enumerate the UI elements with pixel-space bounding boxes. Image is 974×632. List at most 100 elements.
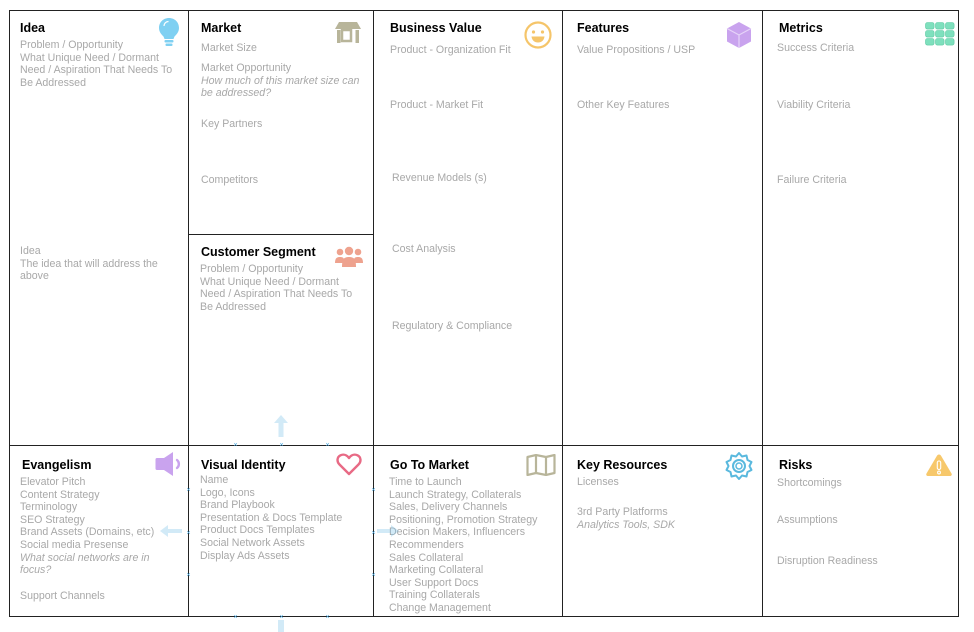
text-line: Social Network Assets [200,536,305,549]
go-to-market-text: Time to Launch Launch Strategy, Collater… [389,476,537,615]
text-line: Change Management [389,601,491,614]
canvas-board: Idea Problem / Opportunity What Unique N… [9,10,959,632]
text-line: Display Ads Assets [200,549,290,562]
cell-title: Business Value [390,21,482,35]
text-line: Market Opportunity [201,62,292,74]
cost-analysis-text: Cost Analysis [392,243,456,255]
licenses-text: Licenses [577,476,619,488]
cell-title: Customer Segment [201,245,316,259]
resize-handle[interactable]: × [325,614,330,621]
resize-handle[interactable]: × [186,487,191,494]
value-propositions-text: Value Propositions / USP [577,44,696,56]
hint-text: How much of this market size can be addr… [201,74,360,100]
text-line: Be Addressed [20,76,86,89]
market-opportunity-text: Market Opportunity How much of this mark… [201,62,371,100]
text-line: Terminology [20,501,78,514]
text-line: Decision Makers, Influencers [389,526,526,539]
text-line: Marketing Collateral [389,564,484,577]
text-line: Training Collaterals [389,589,480,602]
cell-market[interactable]: Market Market Size Market Opportunity Ho… [188,10,374,235]
text-line: What Unique Need / Dormant [200,275,339,288]
market-size-text: Market Size [201,42,257,54]
idea-solution-text: Idea The idea that will address the abov… [20,245,158,283]
text-line: Presentation & Docs Template [200,511,343,524]
store-icon [335,22,361,43]
regulatory-text: Regulatory & Compliance [392,320,513,332]
resize-handle[interactable]: × [186,530,191,537]
grid-icon [925,22,955,46]
connector-arrow-right-icon[interactable] [377,525,399,537]
success-criteria-text: Success Criteria [777,42,855,54]
text-line: Brand Playbook [200,499,275,512]
map-icon [526,454,556,476]
connector-arrow-left-icon[interactable] [160,525,182,537]
text-line: Product Docs Templates [200,524,315,537]
text-line: Sales Collateral [389,551,464,564]
key-partners-text: Key Partners [201,118,263,130]
cell-title: Visual Identity [201,458,286,472]
text-line: Need / Aspiration That Needs To [20,64,173,77]
viability-criteria-text: Viability Criteria [777,99,851,111]
assumptions-text: Assumptions [777,514,838,526]
text-line: User Support Docs [389,576,479,589]
idea-problem-text: Problem / Opportunity What Unique Need /… [20,39,172,89]
cube-icon [726,22,752,48]
disruption-readiness-text: Disruption Readiness [777,555,878,567]
connector-arrow-down-icon[interactable] [276,620,286,632]
cell-title: Features [577,21,630,35]
evangelism-text: Elevator Pitch Content Strategy Terminol… [20,476,170,602]
cell-features[interactable]: Features Value Propositions / USP Other … [562,10,763,446]
text-line: Time to Launch [389,476,462,488]
text-line: Positioning, Promotion Strategy [389,513,538,526]
cell-risks[interactable]: Risks Shortcomings Assumptions Disruptio… [762,445,959,617]
resize-handle[interactable]: × [279,442,284,449]
smiley-icon [524,21,552,49]
resize-handle[interactable]: × [371,572,376,579]
text-line: Logo, Icons [200,486,255,499]
platforms-text: 3rd Party Platforms Analytics Tools, SDK [577,506,675,531]
cell-metrics[interactable]: Metrics Success Criteria Viability Crite… [762,10,959,446]
text-line: Recommenders [389,538,464,551]
text-line: above [20,270,49,283]
text-line: Content Strategy [20,488,100,501]
text-line: Brand Assets (Domains, etc) [20,526,155,539]
cell-title: Metrics [779,21,823,35]
text-line: Problem / Opportunity [200,263,304,275]
text-line: Idea [20,245,41,257]
megaphone-icon [155,452,181,476]
cell-title: Evangelism [22,458,92,472]
customer-segment-text: Problem / Opportunity What Unique Need /… [200,263,352,313]
resize-handle[interactable]: × [233,442,238,449]
hint-text: What social networks are in focus? [20,551,150,577]
cell-title: Go To Market [390,458,469,472]
resize-handle[interactable]: × [186,572,191,579]
resize-handle[interactable]: × [279,614,284,621]
revenue-models-text: Revenue Models (s) [392,172,487,184]
cell-key-resources[interactable]: Key Resources Licenses 3rd Party Platfor… [562,445,763,617]
cell-title: Market [201,21,242,35]
cell-title: Risks [779,458,813,472]
text-line: What Unique Need / Dormant [20,51,159,64]
cell-business-value[interactable]: Business Value Product - Organization Fi… [373,10,563,446]
market-fit-text: Product - Market Fit [390,99,484,111]
shortcomings-text: Shortcomings [777,477,842,489]
failure-criteria-text: Failure Criteria [777,174,847,186]
competitors-text: Competitors [201,174,259,186]
visual-identity-text: Name Logo, Icons Brand Playbook Presenta… [200,474,342,562]
resize-handle[interactable]: × [371,530,376,537]
text-line: Name [200,474,229,486]
resize-handle[interactable]: × [325,442,330,449]
text-line: Need / Aspiration That Needs To [200,288,353,301]
text-line: Social media Presense [20,538,129,551]
resize-handle[interactable]: × [233,614,238,621]
resize-handle[interactable]: × [371,487,376,494]
cell-idea[interactable]: Idea Problem / Opportunity What Unique N… [9,10,189,446]
gear-icon [725,452,753,480]
text-line: The idea that will address the [20,257,158,270]
cell-visual-identity[interactable]: Visual Identity Name Logo, Icons Brand P… [188,445,374,617]
text-line: SEO Strategy [20,513,85,526]
cell-go-to-market[interactable]: Go To Market Time to Launch Launch Strat… [373,445,563,617]
connector-arrow-up-icon[interactable] [274,415,288,437]
org-fit-text: Product - Organization Fit [390,44,511,56]
text-line: Launch Strategy, Collaterals [389,488,522,501]
